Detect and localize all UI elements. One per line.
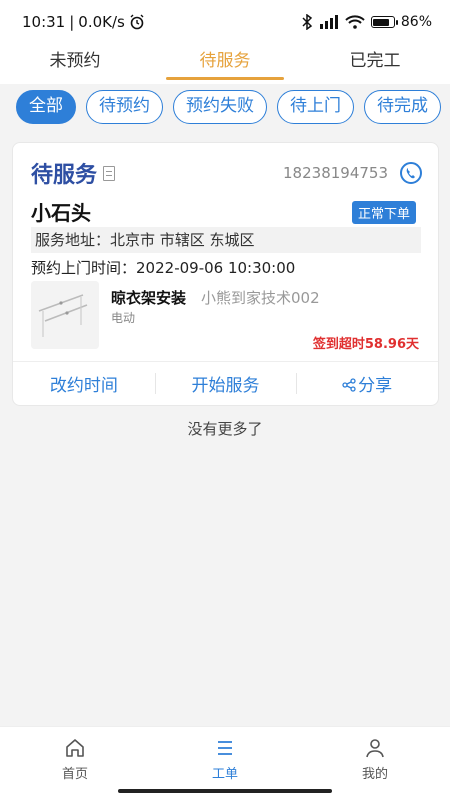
product-subtype: 电动 — [111, 311, 136, 325]
product-item: 晾衣架安装 小熊到家技术002 电动 签到超时58.96天 — [31, 281, 421, 352]
reschedule-button[interactable]: 改约时间 — [13, 371, 155, 396]
tab-pending-service[interactable]: 待服务 — [150, 44, 300, 84]
order-status-tabs: 未预约 待服务 已完工 — [0, 44, 450, 84]
battery-icon — [370, 16, 398, 28]
appointment-label: 预约上门时间： — [31, 259, 137, 277]
filter-to-schedule[interactable]: 待预约 — [86, 90, 163, 124]
appointment-value: 2022-09-06 10:30:00 — [136, 259, 296, 277]
vendor-name: 小熊到家技术002 — [201, 289, 320, 307]
bluetooth-icon — [302, 14, 313, 30]
address-label: 服务地址： — [35, 231, 111, 249]
start-service-button[interactable]: 开始服务 — [154, 371, 297, 396]
nav-work-orders-label: 工单 — [211, 767, 238, 782]
nav-home-label: 首页 — [61, 767, 88, 782]
appointment-time: 预约上门时间：2022-09-06 10:30:00 — [31, 255, 295, 281]
status-time: 10:31 — [22, 13, 66, 31]
status-bar: 10:31 | 0.0K/s 86% — [0, 0, 450, 44]
order-card[interactable]: 待服务 18238194753 小石头 正常下单 服务地址：北京市 市辖区 东城… — [12, 142, 439, 406]
customer-phone: 18238194753 — [283, 164, 388, 182]
share-label: 分享 — [358, 376, 393, 396]
customer-name: 小石头 — [31, 201, 91, 225]
order-type-badge: 正常下单 — [351, 201, 416, 224]
order-status-title: 待服务 — [31, 163, 98, 188]
share-icon — [342, 378, 356, 392]
home-icon — [66, 739, 84, 757]
home-indicator[interactable] — [118, 789, 332, 793]
service-address: 服务地址：北京市 市辖区 东城区 — [31, 227, 421, 253]
overtime-warning: 签到超时58.96天 — [312, 337, 419, 352]
tab-unscheduled[interactable]: 未预约 — [0, 44, 150, 84]
list-icon — [218, 741, 232, 755]
address-value: 北京市 市辖区 东城区 — [110, 231, 255, 249]
filter-all[interactable]: 全部 — [16, 90, 76, 124]
order-actions: 改约时间 开始服务 分享 — [13, 361, 438, 405]
nav-profile-label: 我的 — [361, 767, 388, 782]
signal-icon — [319, 15, 338, 29]
filter-to-visit[interactable]: 待上门 — [277, 90, 354, 124]
phone-call-icon[interactable] — [400, 162, 422, 184]
filter-schedule-failed[interactable]: 预约失败 — [173, 90, 267, 124]
filter-to-complete[interactable]: 待完成 — [364, 90, 441, 124]
battery-percent: 86% — [400, 14, 432, 30]
list-end-text: 没有更多了 — [187, 420, 263, 438]
document-icon[interactable] — [103, 165, 116, 181]
filter-chips: 全部 待预约 预约失败 待上门 待完成 — [0, 90, 450, 132]
network-speed: 0.0K/s — [78, 13, 125, 31]
share-button[interactable]: 分享 — [296, 371, 438, 396]
alarm-icon — [130, 14, 144, 30]
wifi-icon — [345, 15, 365, 29]
product-name: 晾衣架安装 — [111, 289, 187, 307]
user-icon — [366, 739, 384, 758]
tab-completed[interactable]: 已完工 — [300, 44, 450, 84]
product-thumbnail — [31, 281, 99, 349]
